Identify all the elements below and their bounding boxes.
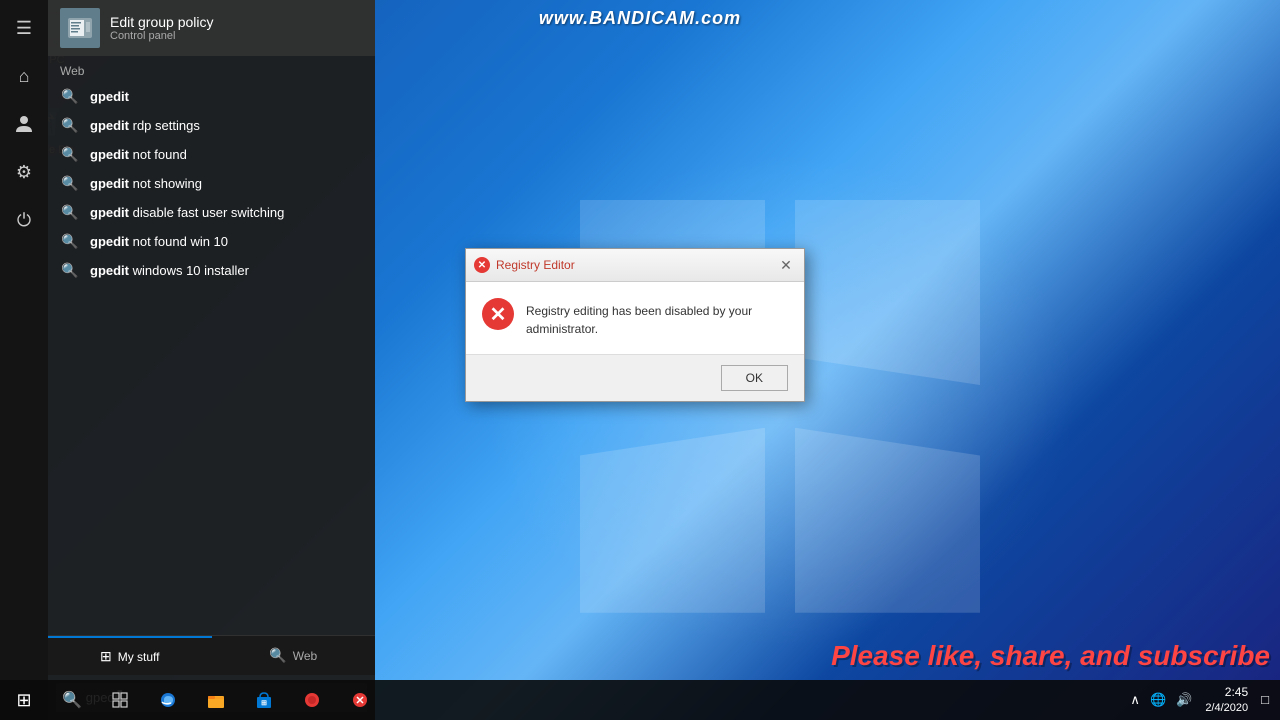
registry-editor-dialog: ✕ Registry Editor ✕ ✕ Registry editing h… xyxy=(465,248,805,402)
tray-notification-icon[interactable]: □ xyxy=(1258,692,1272,707)
record-button-taskbar[interactable] xyxy=(288,680,336,720)
web-section: Web 🔍 gpedit 🔍 gpedit rdp settings 🔍 gpedit n… xyxy=(48,56,375,635)
main-content: Edit group policy Control panel Web 🔍 gpe… xyxy=(48,0,375,720)
web-items-container: 🔍 gpedit 🔍 gpedit rdp settings 🔍 gpedit not f… xyxy=(48,82,375,285)
web-item-text-0: gpedit xyxy=(90,89,129,104)
taskbar: ⊞ 🔍 xyxy=(0,680,1280,720)
cortana-search-taskbar[interactable]: 🔍 xyxy=(48,680,96,720)
my-stuff-label: My stuff xyxy=(118,650,160,664)
tab-my-stuff[interactable]: ⊞ My stuff xyxy=(48,636,212,675)
dialog-body: ✕ Registry editing has been disabled by … xyxy=(466,282,804,354)
web-item-text-4: gpedit disable fast user switching xyxy=(90,205,284,220)
web-item-text-5: gpedit not found win 10 xyxy=(90,234,228,249)
tab-web[interactable]: 🔍 Web xyxy=(212,636,376,675)
close-taskbar-icon[interactable] xyxy=(336,680,384,720)
web-item-text-6: gpedit windows 10 installer xyxy=(90,263,249,278)
tray-chevron-icon[interactable]: ∧ xyxy=(1127,692,1143,708)
tray-date-display: 2/4/2020 xyxy=(1205,701,1248,715)
tray-clock[interactable]: 2:45 2/4/2020 xyxy=(1199,685,1254,715)
best-match-item[interactable]: Edit group policy Control panel xyxy=(48,0,375,56)
windows-logo-bottom xyxy=(580,400,980,585)
gpedit-icon-box xyxy=(60,8,100,48)
web-item-3[interactable]: 🔍 gpedit not showing xyxy=(48,169,375,198)
dialog-message: Registry editing has been disabled by yo… xyxy=(526,298,788,338)
search-icon-1: 🔍 xyxy=(60,117,80,134)
best-match-text: Edit group policy Control panel xyxy=(110,14,214,42)
web-item-0[interactable]: 🔍 gpedit xyxy=(48,82,375,111)
dialog-title-text: Registry Editor xyxy=(496,258,575,272)
tray-network-icon[interactable]: 🌐 xyxy=(1147,692,1169,708)
sidebar-hamburger-icon[interactable]: ☰ xyxy=(4,8,44,48)
start-button[interactable]: ⊞ xyxy=(0,680,48,720)
search-icon-5: 🔍 xyxy=(60,233,80,250)
desktop: www.BANDICAM.com This PC xyxy=(0,0,1280,720)
web-item-4[interactable]: 🔍 gpedit disable fast user switching xyxy=(48,198,375,227)
edge-browser-taskbar[interactable] xyxy=(144,680,192,720)
svg-text:⊞: ⊞ xyxy=(261,700,267,707)
error-icon: ✕ xyxy=(482,298,514,330)
best-match-title: Edit group policy xyxy=(110,14,214,30)
sidebar-home-icon[interactable]: ⌂ xyxy=(4,56,44,96)
web-tab-label: Web xyxy=(293,649,317,663)
dialog-title-left: ✕ Registry Editor xyxy=(474,257,575,273)
web-section-header: Web xyxy=(48,56,375,82)
task-view-button[interactable] xyxy=(96,680,144,720)
best-match-subtitle: Control panel xyxy=(110,30,214,42)
search-icon-3: 🔍 xyxy=(60,175,80,192)
dialog-titlebar: ✕ Registry Editor ✕ xyxy=(466,249,804,282)
web-item-1[interactable]: 🔍 gpedit rdp settings xyxy=(48,111,375,140)
sidebar-user-icon[interactable] xyxy=(4,104,44,144)
web-item-5[interactable]: 🔍 gpedit not found win 10 xyxy=(48,227,375,256)
sidebar-icons: ☰ ⌂ ⚙ ⏻ xyxy=(0,0,48,720)
dialog-close-button[interactable]: ✕ xyxy=(776,255,796,275)
web-item-text-1: gpedit rdp settings xyxy=(90,118,200,133)
tray-volume-icon[interactable]: 🔊 xyxy=(1173,692,1195,708)
file-explorer-taskbar[interactable] xyxy=(192,680,240,720)
search-icon-6: 🔍 xyxy=(60,262,80,279)
system-tray: ∧ 🌐 🔊 2:45 2/4/2020 □ xyxy=(1119,685,1280,715)
dialog-title-icon: ✕ xyxy=(474,257,490,273)
start-panel: ☰ ⌂ ⚙ ⏻ xyxy=(0,0,375,720)
web-item-2[interactable]: 🔍 gpedit not found xyxy=(48,140,375,169)
subscribe-text: Please like, share, and subscribe xyxy=(831,640,1270,672)
sidebar-settings-icon[interactable]: ⚙ xyxy=(4,152,44,192)
dialog-footer: OK xyxy=(466,354,804,401)
search-icon-2: 🔍 xyxy=(60,146,80,163)
tray-time-display: 2:45 xyxy=(1205,685,1248,701)
windows-logo-icon: ⊞ xyxy=(100,648,112,665)
bandicam-watermark: www.BANDICAM.com xyxy=(539,8,741,29)
sidebar-power-icon[interactable]: ⏻ xyxy=(4,200,44,240)
web-item-text-2: gpedit not found xyxy=(90,147,187,162)
web-item-text-3: gpedit not showing xyxy=(90,176,202,191)
search-icon-0: 🔍 xyxy=(60,88,80,105)
taskbar-icons: 🔍 xyxy=(48,680,384,720)
web-tab-search-icon: 🔍 xyxy=(269,647,286,664)
web-item-6[interactable]: 🔍 gpedit windows 10 installer xyxy=(48,256,375,285)
bottom-tabs: ⊞ My stuff 🔍 Web xyxy=(48,635,375,675)
dialog-ok-button[interactable]: OK xyxy=(721,365,788,391)
store-taskbar[interactable]: ⊞ xyxy=(240,680,288,720)
search-icon-4: 🔍 xyxy=(60,204,80,221)
